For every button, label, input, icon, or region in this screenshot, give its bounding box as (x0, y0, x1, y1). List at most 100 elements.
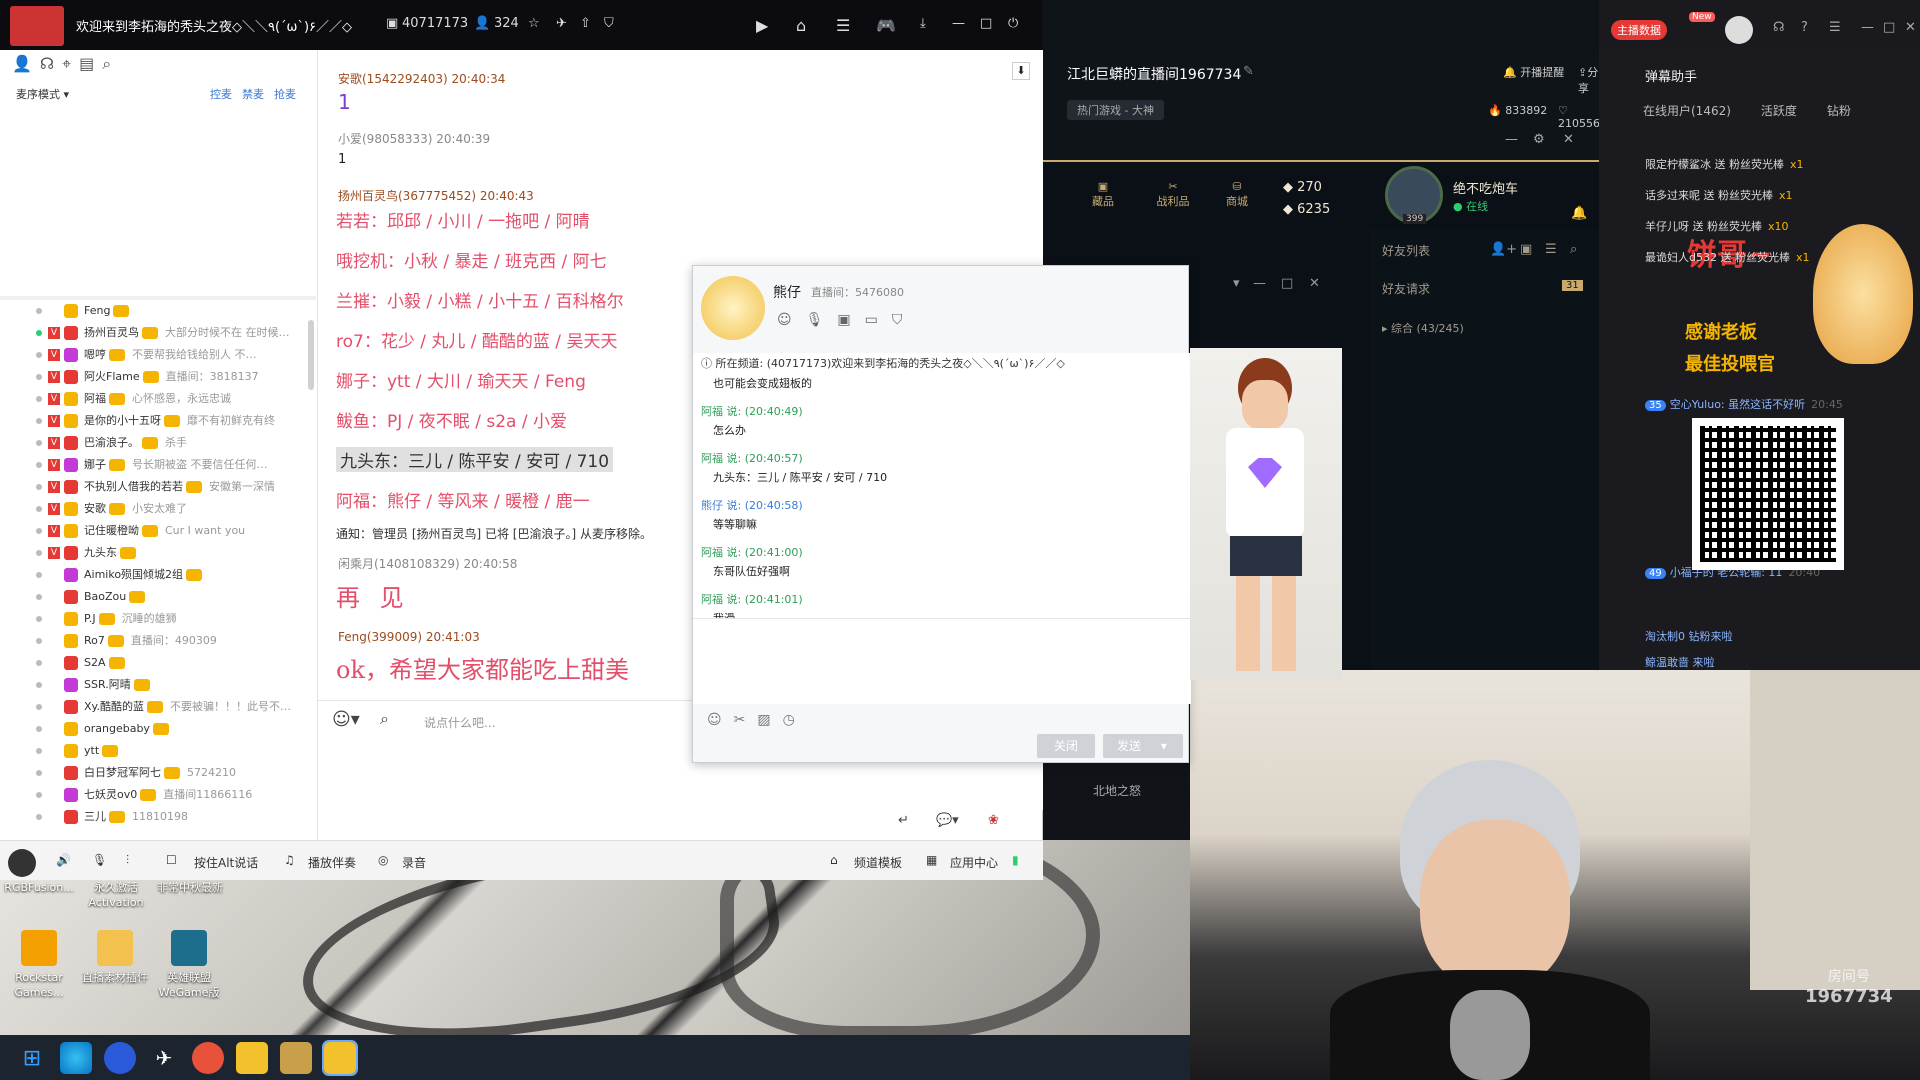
user-list-item[interactable]: V 扬州百灵鸟 大部分时候不在 在时候… (0, 322, 316, 344)
tab-diamond-fans[interactable]: 钻粉 (1827, 102, 1851, 119)
user-list-item[interactable]: V 阿福 心怀感恩，永远忠诚 (0, 388, 316, 410)
desktop-icon-rgbfusion[interactable]: RGBFusion... (0, 880, 78, 895)
maximize-icon[interactable]: □ (980, 16, 992, 31)
menu-icon[interactable]: ☰ (1829, 20, 1841, 35)
scrollbar[interactable] (308, 320, 314, 390)
search-icon[interactable]: ⌕ (102, 54, 119, 73)
live-notify[interactable]: 🔔 开播提醒 (1503, 64, 1564, 80)
yy-active-icon[interactable] (322, 1040, 358, 1076)
apps-icon[interactable]: ▦ (926, 853, 937, 867)
bell-icon[interactable]: 🔔 (1571, 206, 1587, 221)
edit-icon[interactable]: ✎ (1243, 64, 1254, 79)
user-list-item[interactable]: 三儿 11810198 (0, 806, 316, 828)
user-icon[interactable]: 👤 (12, 54, 40, 73)
flower-icon[interactable]: ❀ (988, 813, 999, 828)
avatar[interactable] (8, 849, 36, 877)
desktop-icon-midautumn[interactable]: 非常中秋最新 (150, 880, 230, 895)
edge-icon[interactable] (60, 1042, 92, 1074)
close-button[interactable]: 关闭 (1037, 734, 1095, 758)
home-icon[interactable]: ⌂ (796, 16, 806, 35)
user-list-item[interactable]: P.J 沉睡的雄狮 (0, 608, 316, 630)
speaker-icon[interactable]: 🔊 (56, 853, 71, 867)
tab-activity[interactable]: 活跃度 (1761, 102, 1797, 119)
user-list-item[interactable]: BaoZou (0, 586, 316, 608)
maximize-icon[interactable]: □ (1281, 276, 1293, 291)
mic-icon[interactable]: 🎙 (806, 312, 838, 328)
user-list-item[interactable]: V 巴渝浪子。 杀手 (0, 432, 316, 454)
k-browser-icon[interactable] (104, 1042, 136, 1074)
record-button[interactable]: 录音 (402, 854, 426, 871)
gamepad-icon[interactable]: 🎮 (876, 16, 896, 35)
user-list-item[interactable]: V 记住暖橙呦 Cur I want you (0, 520, 316, 542)
plane-icon[interactable]: ✈ (556, 16, 567, 31)
equalizer-icon[interactable]: ⫶ (126, 853, 129, 868)
image-icon[interactable]: ▨ (757, 712, 782, 728)
user-list-item[interactable]: V 娜子 号长期被盗 不要信任任何… (0, 454, 316, 476)
shield-icon[interactable]: ⛉ (892, 312, 917, 328)
plane-icon[interactable]: ✈ (148, 1042, 180, 1074)
close-icon[interactable]: ✕ (1309, 276, 1320, 291)
scroll-down-icon[interactable]: ⬇ (1012, 62, 1030, 80)
dropdown-icon[interactable]: ▾ (1233, 276, 1240, 291)
user-list-item[interactable]: ytt (0, 740, 316, 762)
clock-icon[interactable]: ◷ (783, 712, 807, 728)
user-list-item[interactable]: V 安歌 小安太难了 (0, 498, 316, 520)
push-to-talk-label[interactable]: 按住Alt说话 (194, 854, 258, 871)
send-button[interactable]: 发送 ▾ (1103, 734, 1183, 758)
list-icon[interactable]: ☰ (836, 16, 850, 35)
user-list-item[interactable]: S2A (0, 652, 316, 674)
minimize-icon[interactable]: — (1505, 132, 1518, 147)
user-list-item[interactable]: V 阿火Flame 直播间：3818137 (0, 366, 316, 388)
desktop-icon-activation[interactable]: 永久激活 Activation (76, 880, 156, 910)
minimize-icon[interactable]: — (1861, 20, 1874, 35)
user-list-item[interactable]: V 九头东 (0, 542, 316, 564)
yy-icon[interactable] (236, 1042, 268, 1074)
close-icon[interactable]: ✕ (1905, 20, 1916, 35)
message-icon[interactable]: 💬▾ (936, 813, 959, 828)
user-list-item[interactable]: Feng (0, 300, 316, 322)
help-icon[interactable]: ? (1801, 20, 1808, 35)
scissors-icon[interactable]: ✂ (734, 712, 758, 728)
headset-icon[interactable]: ☊ (1773, 20, 1785, 35)
tab-online-users[interactable]: 在线用户(1462) (1643, 102, 1731, 119)
user-list-item[interactable]: Aimiko殒国倾城2组 (0, 564, 316, 586)
close-icon[interactable]: ✕ (1563, 132, 1574, 147)
mic-icon[interactable]: 🎙 (92, 853, 107, 867)
share-link[interactable]: ⇪分享 (1578, 64, 1599, 96)
search-icon[interactable]: ⌕ (1570, 242, 1577, 257)
control-mic-link[interactable]: 控麦 (210, 86, 232, 102)
friend-requests[interactable]: 好友请求 (1382, 280, 1430, 297)
emoji-icon[interactable]: ☺ (777, 312, 806, 328)
user-list-item[interactable]: orangebaby (0, 718, 316, 740)
game-launcher-icon[interactable] (192, 1042, 224, 1074)
pm-input[interactable] (693, 618, 1191, 704)
user-list-item[interactable]: V 不执别人借我的若若 安徽第一深情 (0, 476, 316, 498)
shield-icon[interactable]: ⛉ (604, 16, 614, 31)
grab-mic-link[interactable]: 抢麦 (274, 86, 296, 102)
folder-icon[interactable]: ▣ (837, 312, 864, 328)
download-icon[interactable]: ⤓ (920, 16, 926, 31)
user-list-item[interactable]: V 是你的小十五呀 靡不有初鲜克有终 (0, 410, 316, 432)
headset-icon[interactable]: ☊ (40, 54, 62, 73)
emoji-icon[interactable]: ☺ (707, 712, 734, 728)
list-icon[interactable]: ☰ (1545, 242, 1557, 257)
friend-group[interactable]: ▸ 综合 (43/245) (1382, 320, 1464, 336)
music-icon[interactable]: ♫ (284, 853, 295, 867)
location-icon[interactable]: ⌖ (62, 54, 79, 73)
start-icon[interactable]: ⊞ (16, 1042, 48, 1074)
minimize-icon[interactable]: — (1253, 276, 1266, 291)
nav-store[interactable]: ⛁ 商城 (1217, 180, 1257, 209)
accompaniment-button[interactable]: 播放伴奏 (308, 854, 356, 871)
video-icon[interactable]: ▶ (756, 16, 768, 35)
user-list-item[interactable]: SSR.阿晴 (0, 674, 316, 696)
folder-icon[interactable]: ▣ (1520, 242, 1532, 257)
user-list-item[interactable]: 白日梦冠军阿七 5724210 (0, 762, 316, 784)
lol-taskbar-icon[interactable] (280, 1042, 312, 1074)
add-friend-icon[interactable]: 👤+ (1490, 242, 1517, 257)
star-icon[interactable]: ☆ (528, 16, 540, 31)
search-emoji-icon[interactable]: ⌕ (380, 709, 389, 729)
user-list-item[interactable]: Xy.酷酷的蓝 不要被骗！！！此号不… (0, 696, 316, 718)
checkbox-icon[interactable]: ☐ (166, 853, 177, 867)
nav-collection[interactable]: ▣ 藏品 (1083, 180, 1123, 209)
record-icon[interactable]: ◎ (378, 853, 388, 867)
